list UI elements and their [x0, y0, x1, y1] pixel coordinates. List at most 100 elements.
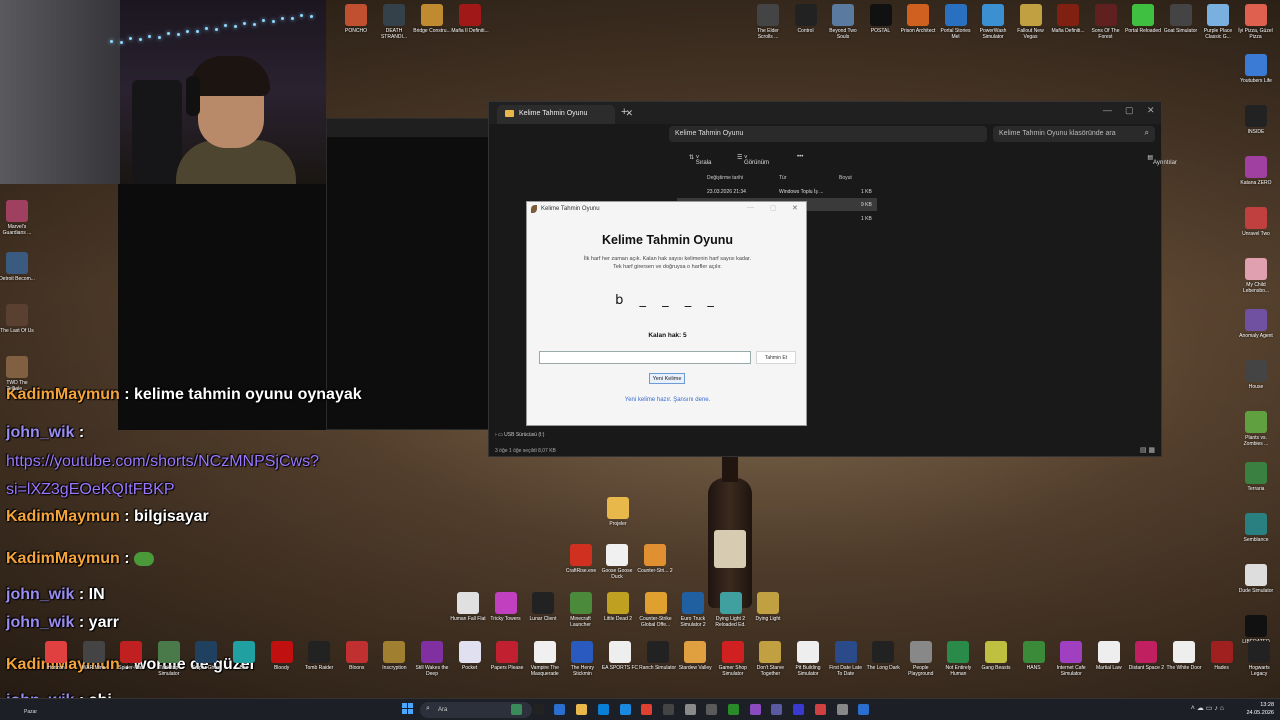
minimize-icon[interactable]: —: [1103, 105, 1112, 115]
desktop-shortcut[interactable]: PONCHO: [337, 4, 375, 34]
taskbar-app-icon[interactable]: [576, 704, 588, 715]
desktop-shortcut[interactable]: My Child Lebensbo...: [1237, 258, 1275, 294]
maximize-icon[interactable]: ▢: [1125, 105, 1134, 116]
desktop-shortcut[interactable]: Goose Goose Duck: [598, 544, 636, 580]
taskbar-app-icon[interactable]: [706, 704, 718, 715]
taskbar-app-icon[interactable]: [728, 704, 739, 715]
chat-link[interactable]: si=lXZ3gEOeKQItFBKP: [6, 481, 175, 499]
desktop-shortcut[interactable]: Internet Cafe Simulator: [1052, 641, 1090, 677]
desktop-shortcut[interactable]: Beyond Two Souls: [824, 4, 862, 40]
desktop-shortcut[interactable]: The Long Dark: [864, 641, 902, 671]
desktop-shortcut[interactable]: Tabletop Simulator: [150, 641, 188, 677]
desktop-shortcut[interactable]: Martial Law: [1090, 641, 1128, 671]
desktop-shortcut[interactable]: Bridge Constru...: [413, 4, 451, 34]
view-toggle[interactable]: ▤ ▦: [1140, 446, 1155, 454]
desktop-shortcut[interactable]: Pit Building Simulator: [789, 641, 827, 677]
more-button[interactable]: •••: [797, 154, 803, 160]
desktop-shortcut[interactable]: Purple Place Classic G...: [1199, 4, 1237, 40]
desktop-shortcut[interactable]: Dying Light 2 Reloaded Ed.: [712, 592, 750, 628]
sort-button[interactable]: ⇅ Sırala ˅: [689, 154, 711, 166]
desktop-shortcut[interactable]: Projeler: [599, 497, 637, 527]
desktop-shortcut[interactable]: Sons Of The Forest: [1087, 4, 1125, 40]
nav-usb-drive[interactable]: › ▭ USB Sürücüsü (I:): [495, 432, 544, 438]
desktop-shortcut[interactable]: Counter-Strike Global Offe...: [637, 592, 675, 628]
desktop-shortcut[interactable]: CraftRise.exe: [562, 544, 600, 574]
address-bar[interactable]: Kelime Tahmin Oyunu: [669, 126, 987, 142]
chat-link[interactable]: https://youtube.com/shorts/NCzMNPSjCws?: [6, 453, 319, 471]
desktop-shortcut[interactable]: Dying Light: [749, 592, 787, 622]
desktop-shortcut[interactable]: Control: [787, 4, 825, 34]
taskbar-app-icon[interactable]: [836, 704, 848, 715]
desktop-shortcut[interactable]: Bee: [225, 641, 263, 671]
desktop-shortcut[interactable]: Fallout New Vegas: [1012, 4, 1050, 40]
desktop-shortcut[interactable]: Bloons: [338, 641, 376, 671]
desktop-shortcut[interactable]: Tricky Towers: [487, 592, 525, 622]
view-button[interactable]: ☰ Görünüm ˅: [737, 154, 769, 166]
desktop-shortcut[interactable]: Still Wakes the Deep: [413, 641, 451, 677]
desktop-shortcut[interactable]: Euro Truck Simulator 2: [674, 592, 712, 628]
desktop-shortcut[interactable]: Not Entirely Human: [939, 641, 977, 677]
explorer-tab[interactable]: Kelime Tahmin Oyunu ✕: [497, 105, 633, 124]
desktop-shortcut[interactable]: The Elder Scrolls ...: [749, 4, 787, 40]
guess-input[interactable]: [539, 351, 751, 364]
taskbar-app-icon[interactable]: [814, 704, 826, 715]
col-size[interactable]: Boyut: [839, 175, 852, 181]
maximize-icon[interactable]: ▢: [770, 204, 777, 212]
desktop-shortcut[interactable]: The Last Of Us: [0, 304, 36, 334]
desktop-shortcut[interactable]: EA SPORTS FC: [601, 641, 639, 671]
desktop-shortcut[interactable]: Detroit Becom...: [0, 252, 36, 282]
taskbar-app-icon[interactable]: [858, 704, 870, 715]
desktop-shortcut[interactable]: Mafia II Definiti...: [451, 4, 489, 34]
desktop-shortcut[interactable]: Vampire The Masquerade: [526, 641, 564, 677]
desktop-shortcut[interactable]: Prison Architect: [899, 4, 937, 34]
desktop-shortcut[interactable]: Goat Simulator: [1162, 4, 1200, 34]
desktop-shortcut[interactable]: First Date Late To Date: [827, 641, 865, 677]
desktop-shortcut[interactable]: The Henry Stickmin: [563, 641, 601, 677]
desktop-shortcut[interactable]: WAR Mine: [75, 641, 113, 671]
taskbar-app-icon[interactable]: [532, 704, 544, 715]
desktop-shortcut[interactable]: Bloody: [263, 641, 301, 671]
desktop-shortcut[interactable]: Semblance: [1237, 513, 1275, 543]
taskbar-app-icon[interactable]: [554, 704, 566, 715]
desktop-shortcut[interactable]: Mafia Definiti...: [1049, 4, 1087, 34]
explorer-search-input[interactable]: Kelime Tahmin Oyunu klasöründe ara ⌕: [993, 126, 1155, 142]
desktop-shortcut[interactable]: The White Door: [1165, 641, 1203, 671]
desktop-shortcut[interactable]: Portal Stories Mel: [937, 4, 975, 40]
minimize-icon[interactable]: —: [747, 204, 754, 211]
taskbar-app-icon[interactable]: [684, 704, 696, 715]
desktop-shortcut[interactable]: Dude Simulator: [1237, 564, 1275, 594]
start-button[interactable]: [402, 703, 414, 715]
desktop-shortcut[interactable]: Portal Reloaded: [1124, 4, 1162, 34]
system-tray[interactable]: ˄ ☁ ▭ ♪ ⌂: [1191, 704, 1224, 712]
desktop-shortcut[interactable]: Anomaly Agent: [1237, 309, 1275, 339]
desktop-shortcut[interactable]: Little Dead 2: [599, 592, 637, 622]
taskbar-app-icon[interactable]: [662, 704, 674, 715]
new-tab-button[interactable]: +: [621, 106, 627, 118]
desktop-shortcut[interactable]: People Playground: [902, 641, 940, 677]
close-icon[interactable]: ✕: [1147, 105, 1155, 116]
desktop-shortcut[interactable]: Tomb Raider: [300, 641, 338, 671]
desktop-shortcut[interactable]: Hades: [1203, 641, 1241, 671]
desktop-shortcut[interactable]: Distant Space 2: [1127, 641, 1165, 671]
taskbar-weather[interactable]: Pazar: [24, 709, 37, 715]
col-date[interactable]: Değiştirme tarihi: [707, 175, 743, 181]
new-word-button[interactable]: Yeni Kelime: [649, 373, 685, 384]
desktop-shortcut[interactable]: Don't Starve Together: [751, 641, 789, 677]
desktop-shortcut[interactable]: Youtubers Life: [1237, 54, 1275, 84]
desktop-shortcut[interactable]: Hogwarts Legacy: [1240, 641, 1278, 677]
desktop-shortcut[interactable]: Human Fall Flat: [449, 592, 487, 622]
desktop-shortcut[interactable]: İyi Pizza, Güzel Pizza: [1237, 4, 1275, 40]
desktop-shortcut[interactable]: Plants vs. Zombies ...: [1237, 411, 1275, 447]
desktop-shortcut[interactable]: Inscryption: [375, 641, 413, 671]
desktop-shortcut[interactable]: HANS: [1015, 641, 1053, 671]
desktop-shortcut[interactable]: Pocket: [451, 641, 489, 671]
desktop-shortcut[interactable]: Katana ZERO: [1237, 156, 1275, 186]
desktop-shortcut[interactable]: Gang Beasts: [977, 641, 1015, 671]
desktop-shortcut[interactable]: Gamer Shop Simulator: [714, 641, 752, 677]
desktop-shortcut[interactable]: Spider-Man: [112, 641, 150, 671]
taskbar-app-icon[interactable]: [641, 704, 653, 715]
desktop-shortcut[interactable]: Minecraft Launcher: [562, 592, 600, 628]
taskbar-app-icon[interactable]: [619, 704, 631, 715]
details-button[interactable]: ▤ Ayrıntılar: [1147, 154, 1177, 166]
desktop-shortcut[interactable]: Lunar Client: [524, 592, 562, 622]
